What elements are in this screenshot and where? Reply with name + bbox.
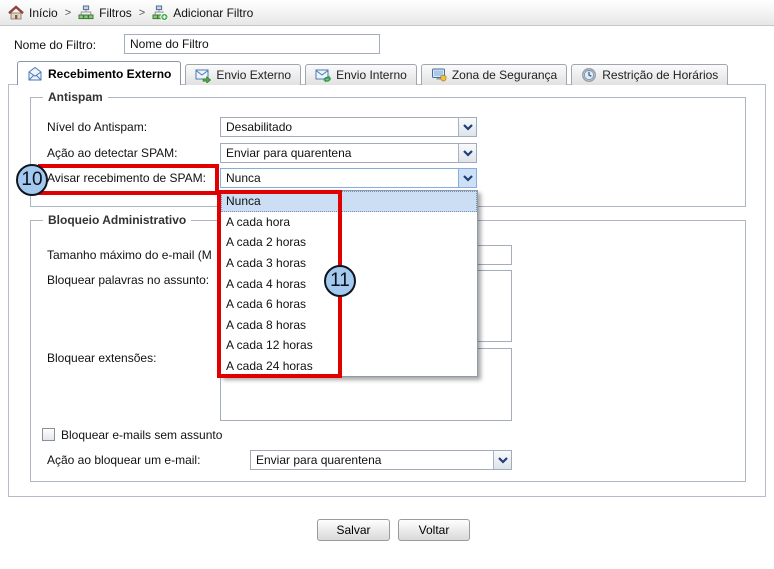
tab-label: Envio Externo bbox=[216, 68, 291, 82]
sitemap-icon bbox=[78, 5, 94, 21]
mail-open-icon bbox=[27, 66, 43, 82]
spam-action-combobox[interactable]: Enviar para quarentena bbox=[220, 143, 477, 163]
dropdown-option[interactable]: A cada 2 horas bbox=[221, 232, 477, 253]
filter-name-input[interactable] bbox=[124, 34, 380, 54]
tab-envio-externo[interactable]: Envio Externo bbox=[185, 64, 301, 85]
dropdown-option[interactable]: A cada 3 horas bbox=[221, 253, 477, 274]
spam-notify-dropdown-list: Nunca A cada hora A cada 2 horas A cada … bbox=[220, 190, 478, 377]
dropdown-option[interactable]: A cada hora bbox=[221, 212, 477, 233]
save-button[interactable]: Salvar bbox=[317, 519, 390, 541]
dropdown-option[interactable]: A cada 4 horas bbox=[221, 273, 477, 294]
spam-notify-value: Nunca bbox=[221, 169, 458, 187]
chevron-down-icon[interactable] bbox=[493, 451, 511, 469]
tab-zona-de-seguranca[interactable]: Zona de Segurança bbox=[421, 64, 567, 85]
mail-send-icon bbox=[195, 67, 211, 83]
dropdown-option[interactable]: Nunca bbox=[221, 191, 477, 212]
spam-action-label: Ação ao detectar SPAM: bbox=[47, 143, 178, 163]
block-action-combobox[interactable]: Enviar para quarentena bbox=[250, 450, 512, 470]
tab-recebimento-externo[interactable]: Recebimento Externo bbox=[17, 61, 181, 85]
breadcrumb-item-inicio[interactable]: Início bbox=[29, 6, 58, 20]
breadcrumb-item-filtros[interactable]: Filtros bbox=[99, 6, 132, 20]
tab-label: Zona de Segurança bbox=[452, 68, 557, 82]
block-no-subject-label: Bloquear e-mails sem assunto bbox=[61, 425, 222, 445]
breadcrumb: Início > Filtros > Adicionar Filtro bbox=[0, 0, 774, 26]
antispam-level-label: Nível do Antispam: bbox=[47, 117, 147, 137]
spam-action-value: Enviar para quarentena bbox=[221, 144, 458, 162]
block-subject-words-label: Bloquear palavras no assunto: bbox=[47, 270, 209, 290]
dropdown-option[interactable]: A cada 6 horas bbox=[221, 294, 477, 315]
block-action-value: Enviar para quarentena bbox=[251, 451, 493, 469]
antispam-level-value: Desabilitado bbox=[221, 118, 458, 136]
breadcrumb-separator: > bbox=[63, 7, 73, 19]
tab-label: Envio Interno bbox=[336, 68, 407, 82]
tab-label: Recebimento Externo bbox=[48, 67, 171, 81]
home-icon bbox=[8, 5, 24, 21]
chevron-down-icon[interactable] bbox=[458, 144, 476, 162]
tab-restricao-de-horarios[interactable]: Restrição de Horários bbox=[571, 64, 728, 85]
sitemap-add-icon bbox=[152, 5, 168, 21]
filter-name-label: Nome do Filtro: bbox=[14, 36, 96, 54]
tab-label: Restrição de Horários bbox=[602, 68, 718, 82]
block-no-subject-checkbox[interactable] bbox=[42, 428, 55, 441]
dropdown-option[interactable]: A cada 12 horas bbox=[221, 335, 477, 356]
dropdown-option[interactable]: A cada 24 horas bbox=[221, 356, 477, 377]
tab-envio-interno[interactable]: Envio Interno bbox=[305, 64, 417, 85]
chevron-down-icon[interactable] bbox=[458, 169, 476, 187]
max-size-label: Tamanho máximo do e-mail (M bbox=[47, 245, 212, 265]
breadcrumb-separator: > bbox=[137, 7, 147, 19]
spam-notify-combobox[interactable]: Nunca bbox=[220, 168, 477, 188]
antispam-legend: Antispam bbox=[43, 90, 108, 104]
block-extensions-label: Bloquear extensões: bbox=[47, 348, 156, 368]
add-filter-page: Início > Filtros > Adicionar Filtro Nome… bbox=[0, 0, 774, 569]
dropdown-option[interactable]: A cada 8 horas bbox=[221, 314, 477, 335]
clock-icon bbox=[581, 67, 597, 83]
tab-bar: Recebimento Externo Envio Externo Envio … bbox=[17, 61, 732, 85]
spam-notify-label: Avisar recebimento de SPAM: bbox=[47, 168, 206, 188]
back-button[interactable]: Voltar bbox=[398, 519, 470, 541]
antispam-level-combobox[interactable]: Desabilitado bbox=[220, 117, 477, 137]
security-zone-icon bbox=[431, 67, 447, 83]
breadcrumb-item-adicionar-filtro[interactable]: Adicionar Filtro bbox=[173, 6, 253, 20]
block-action-label: Ação ao bloquear um e-mail: bbox=[47, 450, 200, 470]
admin-block-legend: Bloqueio Administrativo bbox=[43, 213, 191, 227]
chevron-down-icon[interactable] bbox=[458, 118, 476, 136]
mail-internal-icon bbox=[315, 67, 331, 83]
